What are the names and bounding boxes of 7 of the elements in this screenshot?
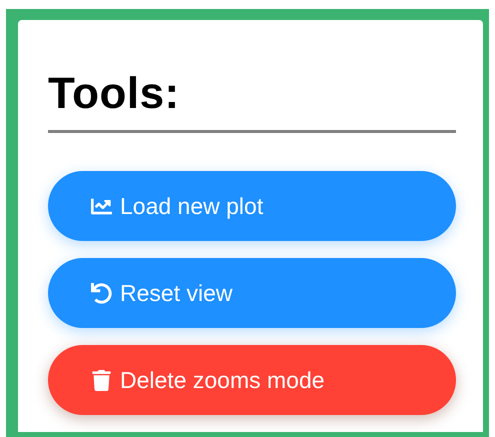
chart-icon: [91, 196, 112, 216]
undo-icon: [91, 282, 112, 304]
tool-button[interactable]: Load new plot: [48, 171, 456, 241]
tool-button[interactable]: Reset view: [48, 258, 456, 328]
trash-icon: [91, 370, 112, 390]
tool-button[interactable]: Delete zooms mode: [48, 345, 456, 415]
panel-title: Tools:: [48, 68, 181, 120]
